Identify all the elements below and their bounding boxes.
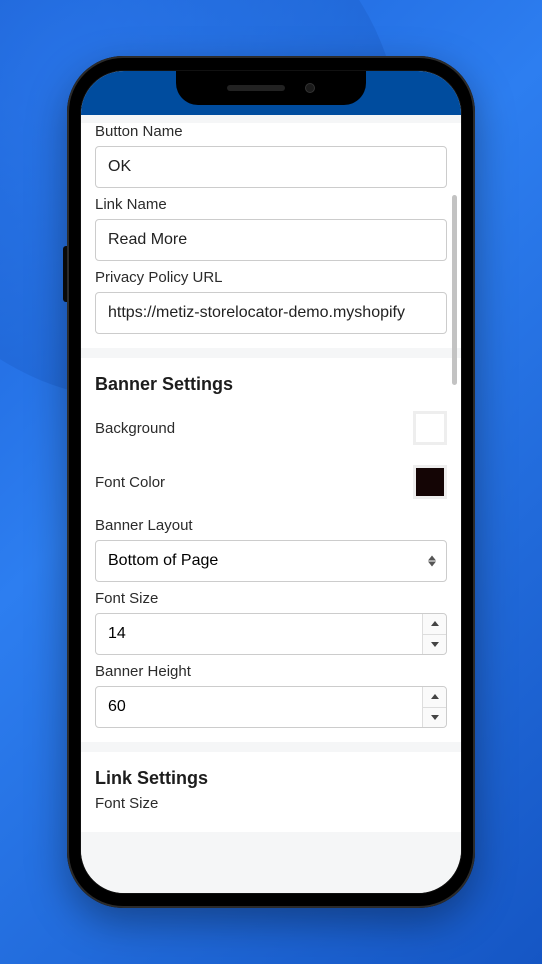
- chevron-down-icon: [431, 642, 439, 647]
- font-size-stepper[interactable]: 14: [95, 613, 447, 655]
- font-size-up-button[interactable]: [423, 614, 446, 635]
- settings-form: Button Name Link Name Privacy Policy URL…: [81, 115, 461, 893]
- background-label: Background: [95, 420, 175, 437]
- font-size-value: 14: [96, 614, 422, 654]
- button-name-label: Button Name: [95, 123, 447, 146]
- link-name-label: Link Name: [95, 196, 447, 219]
- phone-notch: [176, 71, 366, 105]
- privacy-url-label: Privacy Policy URL: [95, 269, 447, 292]
- font-color-label: Font Color: [95, 474, 165, 491]
- banner-layout-select[interactable]: Bottom of Page: [95, 540, 447, 582]
- font-size-label: Font Size: [95, 590, 447, 613]
- banner-height-down-button[interactable]: [423, 708, 446, 728]
- select-caret-icon: [428, 556, 436, 567]
- scrollbar[interactable]: [452, 195, 457, 385]
- link-settings-title: Link Settings: [95, 756, 447, 795]
- banner-settings-title: Banner Settings: [95, 362, 447, 401]
- font-size-down-button[interactable]: [423, 635, 446, 655]
- banner-height-label: Banner Height: [95, 663, 447, 686]
- chevron-up-icon: [431, 694, 439, 699]
- link-font-size-label: Font Size: [95, 795, 447, 818]
- banner-height-up-button[interactable]: [423, 687, 446, 708]
- font-color-swatch[interactable]: [413, 465, 447, 499]
- chevron-down-icon: [431, 715, 439, 720]
- button-name-input[interactable]: [95, 146, 447, 188]
- banner-height-stepper[interactable]: 60: [95, 686, 447, 728]
- privacy-url-input[interactable]: [95, 292, 447, 334]
- banner-layout-value: Bottom of Page: [108, 552, 218, 570]
- link-name-input[interactable]: [95, 219, 447, 261]
- background-color-swatch[interactable]: [413, 411, 447, 445]
- banner-layout-label: Banner Layout: [95, 517, 447, 540]
- banner-height-value: 60: [96, 687, 422, 727]
- chevron-up-icon: [431, 621, 439, 626]
